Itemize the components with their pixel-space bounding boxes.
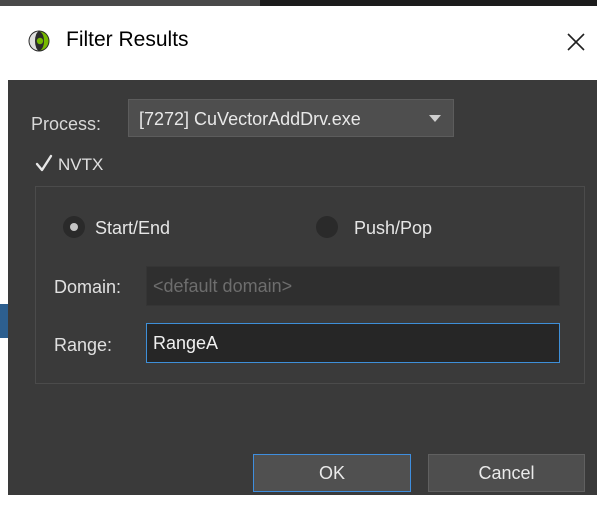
nvtx-checkbox[interactable]	[34, 150, 54, 176]
radio-selected-dot	[70, 223, 78, 231]
domain-field[interactable]	[146, 266, 560, 306]
nvtx-label: NVTX	[58, 155, 104, 174]
background-left-strip	[0, 80, 8, 495]
window-bottom-border	[0, 495, 597, 509]
range-label: Range:	[54, 335, 113, 355]
background-accent	[0, 304, 8, 338]
title-bar: Filter Results	[0, 6, 597, 80]
cancel-button[interactable]: Cancel	[428, 454, 585, 492]
dialog-content: Process: [7272] CuVectorAddDrv.exe NVTX …	[8, 80, 597, 495]
process-dropdown-value: [7272] CuVectorAddDrv.exe	[139, 109, 361, 129]
domain-label: Domain:	[54, 277, 122, 297]
ok-button[interactable]: OK	[253, 454, 411, 492]
nvtx-options-group: Start/End Push/Pop Domain: Range:	[35, 186, 585, 384]
range-field[interactable]	[146, 323, 560, 363]
process-dropdown[interactable]: [7272] CuVectorAddDrv.exe	[128, 99, 454, 137]
chevron-down-icon	[429, 115, 441, 122]
close-icon[interactable]	[560, 24, 590, 58]
radio-start-end-label: Start/End	[95, 218, 171, 238]
process-label: Process:	[31, 114, 102, 134]
radio-push-pop-label: Push/Pop	[354, 218, 433, 238]
dialog-title: Filter Results	[66, 28, 189, 51]
app-logo-icon	[28, 30, 50, 52]
filter-results-dialog: Filter Results Process: [7272] CuVectorA…	[0, 6, 597, 509]
radio-push-pop[interactable]	[316, 216, 338, 238]
radio-start-end[interactable]	[63, 216, 85, 238]
